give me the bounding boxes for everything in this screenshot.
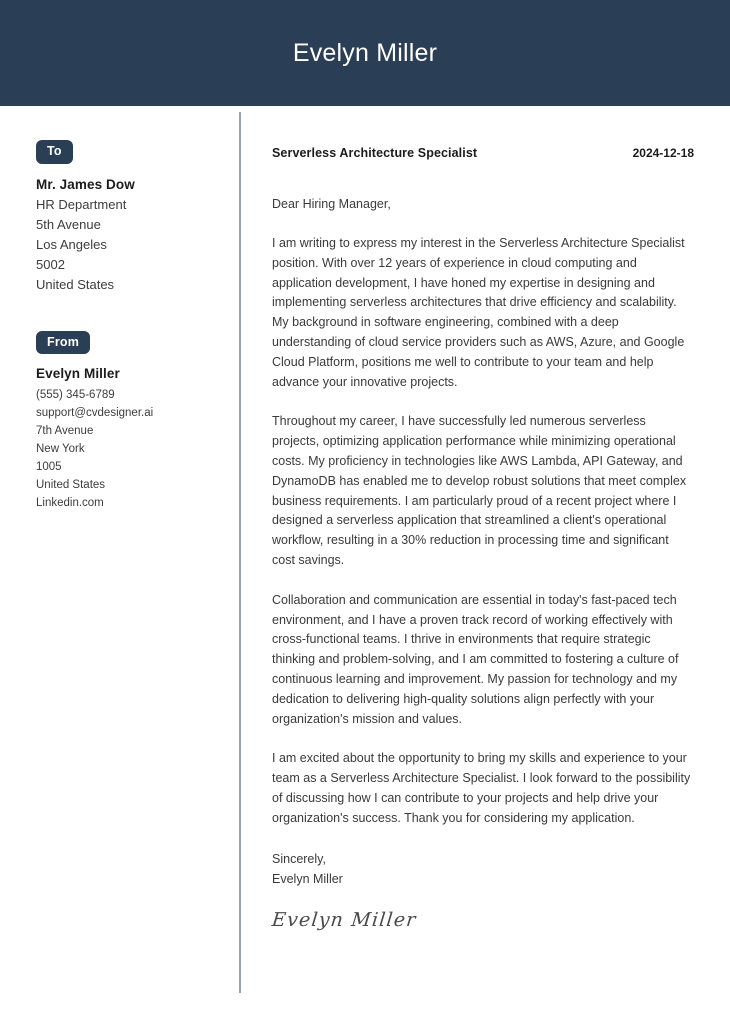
letter-header-row: Serverless Architecture Specialist 2024-… [272, 146, 694, 160]
recipient-address-block: Mr. James Dow HR Department 5th Avenue L… [36, 175, 232, 295]
sender-email[interactable]: support@cvdesigner.ai [36, 404, 232, 422]
letter-body: Serverless Architecture Specialist 2024-… [270, 106, 694, 931]
recipient-line: 5002 [36, 256, 65, 272]
sender-name: Evelyn Miller [36, 366, 120, 381]
job-title: Serverless Architecture Specialist [272, 146, 478, 160]
from-badge: From [36, 330, 91, 354]
sender-section: From Evelyn Miller (555) 345-6789 suppor… [36, 330, 232, 513]
closing-salutation: Sincerely, [272, 851, 326, 866]
sender-line: 7th Avenue [36, 425, 94, 437]
sender-line: United States [36, 479, 106, 491]
letter-date: 2024-12-18 [632, 146, 694, 160]
letter-paragraph: Collaboration and communication are esse… [272, 592, 679, 726]
column-divider [239, 112, 241, 993]
recipient-line: 5th Avenue [36, 216, 101, 232]
letter-paragraph: I am writing to express my interest in t… [272, 236, 685, 389]
cover-letter-page: Evelyn Miller To Mr. James Dow HR Depart… [0, 0, 730, 1024]
sender-phone: (555) 345-6789 [36, 389, 115, 401]
letter-paragraph: I am excited about the opportunity to br… [272, 751, 691, 825]
sender-line: New York [36, 443, 85, 455]
to-badge: To [36, 140, 73, 164]
recipient-section: To Mr. James Dow HR Department 5th Avenu… [36, 140, 232, 295]
closing-name: Evelyn Miller [272, 871, 343, 886]
address-sidebar: To Mr. James Dow HR Department 5th Avenu… [0, 106, 232, 512]
sender-address-block: Evelyn Miller (555) 345-6789 support@cvd… [36, 364, 232, 512]
sender-linkedin[interactable]: Linkedin.com [36, 494, 232, 512]
header-banner: Evelyn Miller [0, 0, 730, 106]
salutation: Dear Hiring Manager, [272, 197, 391, 211]
sender-line: 1005 [36, 461, 62, 473]
recipient-line: Los Angeles [36, 236, 107, 252]
signature: Evelyn Miller [270, 908, 418, 931]
recipient-line: United States [36, 276, 115, 292]
recipient-name: Mr. James Dow [36, 176, 135, 192]
letter-content-area: To Mr. James Dow HR Department 5th Avenu… [0, 106, 730, 1024]
recipient-line: HR Department [36, 196, 127, 212]
applicant-name-heading: Evelyn Miller [292, 38, 438, 67]
letter-paragraph: Throughout my career, I have successfull… [272, 414, 687, 567]
